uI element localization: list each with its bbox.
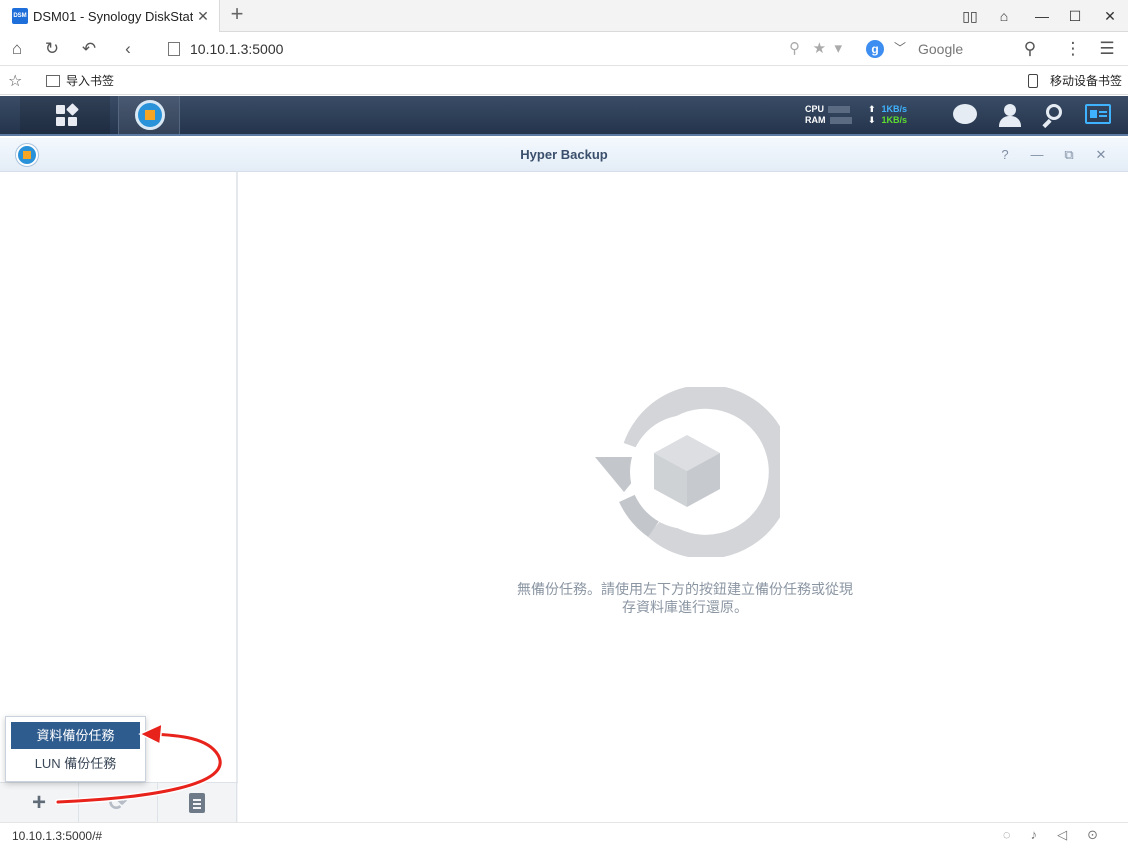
- more-options-icon[interactable]: ⋮: [1062, 38, 1084, 60]
- phone-icon: [1027, 73, 1038, 88]
- hyper-backup-icon: [135, 100, 165, 130]
- main-menu-button[interactable]: [20, 96, 110, 134]
- download-rate: 1KB/s: [881, 115, 908, 125]
- undo-icon[interactable]: ↶: [78, 38, 100, 60]
- cpu-meter: [828, 106, 851, 113]
- empty-message-line2: 存資料庫進行還原。: [622, 599, 748, 615]
- ram-label: RAM: [805, 115, 826, 125]
- import-bookmarks-button[interactable]: 导入书签: [46, 72, 114, 89]
- address-text[interactable]: 10.10.1.3:5000: [190, 41, 283, 57]
- mobile-bookmarks-label: 移动设备书签: [1049, 74, 1122, 88]
- dsm-favicon-icon: DSM: [12, 8, 28, 24]
- browser-tab-active[interactable]: DSM DSM01 - Synology DiskStati ✕: [0, 0, 220, 32]
- app-restore-icon[interactable]: ⧉: [1060, 146, 1078, 164]
- tab-title: DSM01 - Synology DiskStati: [33, 8, 193, 24]
- hyper-backup-empty-icon: [595, 387, 780, 557]
- download-arrow-icon: ⬇: [868, 115, 876, 125]
- empty-state-message: 無備份任務。請使用左下方的按鈕建立備份任務或從現 存資料庫進行還原。: [490, 580, 880, 616]
- main-content: 無備份任務。請使用左下方的按鈕建立備份任務或從現 存資料庫進行還原。: [240, 172, 1128, 822]
- back-icon[interactable]: ‹: [117, 38, 139, 60]
- cpu-label: CPU: [805, 104, 825, 114]
- dsm-search-icon[interactable]: [1042, 104, 1068, 129]
- tab-close-icon[interactable]: ✕: [195, 8, 211, 24]
- main-menu-grid-icon: [56, 103, 79, 127]
- ram-meter: [829, 117, 852, 124]
- dropdown-icon[interactable]: ▾: [834, 40, 842, 57]
- status-tray-icons: ◌♪◁⊙: [1002, 827, 1118, 842]
- search-engine-icon[interactable]: g: [866, 40, 884, 58]
- upload-rate: 1KB/s: [881, 104, 908, 114]
- split-view-icon[interactable]: ▯▯: [958, 6, 982, 26]
- minimize-button[interactable]: —: [1030, 6, 1054, 26]
- app-window-header: Hyper Backup ? — ⧉ ✕: [0, 138, 1128, 172]
- search-input[interactable]: Google: [918, 41, 963, 57]
- page-icon: [168, 42, 180, 56]
- chat-icon[interactable]: [953, 104, 979, 128]
- annotation-arrow: [55, 722, 224, 805]
- key-icon[interactable]: ⚲: [789, 40, 800, 57]
- dsm-taskbar: CPU RAM ⬆ 1KB/s ⬇ 1KB/s: [0, 96, 1128, 136]
- help-icon[interactable]: ?: [996, 146, 1014, 164]
- hamburger-menu-icon[interactable]: ☰: [1096, 38, 1118, 60]
- search-icon[interactable]: ⚲: [1019, 38, 1041, 60]
- app-minimize-icon[interactable]: —: [1028, 146, 1046, 164]
- app-close-icon[interactable]: ✕: [1092, 146, 1110, 164]
- shirt-skin-icon[interactable]: ⌂: [992, 6, 1016, 26]
- user-icon[interactable]: [997, 104, 1023, 128]
- browser-navbar: ⌂ ↻ ↶ ‹ 10.10.1.3:5000 ⚲ ★ ▾ g ﹀ Google …: [0, 32, 1128, 66]
- import-bookmarks-label: 导入书签: [66, 74, 115, 88]
- bookmark-star-icon[interactable]: ☆: [8, 71, 22, 91]
- address-bar[interactable]: 10.10.1.3:5000 ⚲ ★ ▾: [162, 37, 842, 61]
- reload-icon[interactable]: ↻: [41, 38, 63, 60]
- empty-message-line1: 無備份任務。請使用左下方的按鈕建立備份任務或從現: [517, 581, 853, 597]
- network-monitor[interactable]: ⬆ 1KB/s ⬇ 1KB/s: [868, 104, 907, 126]
- address-tools: ⚲ ★ ▾: [789, 39, 842, 57]
- new-tab-button[interactable]: +: [226, 3, 248, 26]
- bookmarks-bar: ☆ 导入书签 移动设备书签: [0, 66, 1128, 95]
- mobile-bookmarks-button[interactable]: 移动设备书签: [1027, 72, 1122, 89]
- chevron-down-icon[interactable]: ﹀: [894, 39, 906, 56]
- widgets-icon[interactable]: [1085, 104, 1111, 128]
- close-window-button[interactable]: ✕: [1098, 6, 1122, 26]
- status-url: 10.10.1.3:5000/#: [12, 829, 103, 843]
- taskbar-hyper-backup-button[interactable]: [118, 96, 180, 134]
- favorite-star-icon[interactable]: ★: [813, 40, 826, 57]
- upload-arrow-icon: ⬆: [868, 104, 876, 114]
- home-icon[interactable]: ⌂: [6, 38, 28, 60]
- app-title: Hyper Backup: [520, 147, 608, 162]
- maximize-button[interactable]: ☐: [1063, 6, 1087, 26]
- browser-tabbar: DSM DSM01 - Synology DiskStati ✕ + ▯▯ ⌂ …: [0, 0, 1128, 32]
- resource-monitor[interactable]: CPU RAM: [805, 104, 852, 126]
- import-icon: [46, 74, 60, 87]
- browser-statusbar: 10.10.1.3:5000/# ◌♪◁⊙: [0, 822, 1128, 846]
